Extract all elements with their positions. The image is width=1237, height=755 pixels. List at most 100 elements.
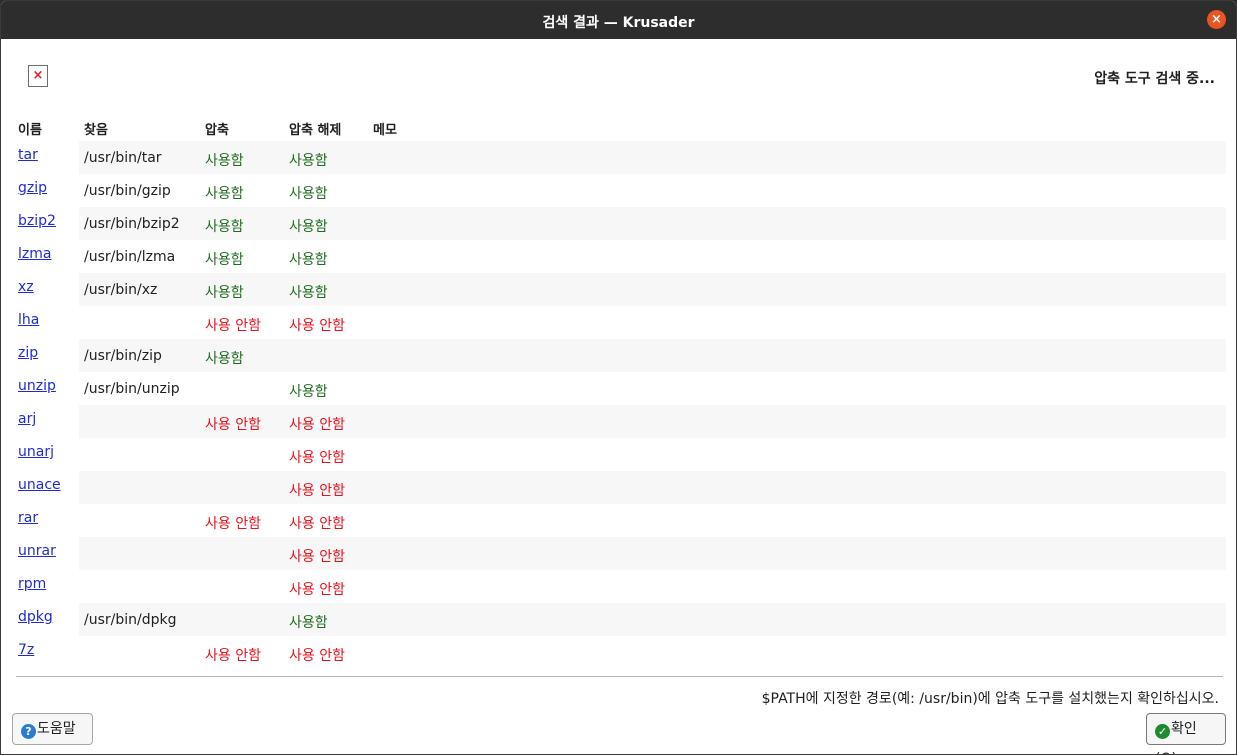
table-row: tar/usr/bin/tar 사용함 사용함 xyxy=(15,141,1226,174)
cell-unpack: 사용함 xyxy=(289,252,328,268)
table-row: bzip2/usr/bin/bzip2 사용함 사용함 xyxy=(15,207,1226,240)
cell-unpack: 사용 안함 xyxy=(289,582,345,598)
table-row: lha 사용 안함 사용 안함 xyxy=(15,306,1226,339)
cell-name: 7z xyxy=(15,636,79,669)
archiver-link-unzip[interactable]: unzip xyxy=(18,378,56,394)
divider xyxy=(16,676,1223,677)
cell-name: xz xyxy=(15,273,79,306)
cell-name: bzip2 xyxy=(15,207,79,240)
archiver-link-unace[interactable]: unace xyxy=(18,477,61,493)
broken-image-icon: × xyxy=(28,65,48,87)
cell-found: /usr/bin/dpkg xyxy=(84,612,177,628)
cell-name: unarj xyxy=(15,438,79,471)
cell-unpack: 사용 안함 xyxy=(289,450,345,466)
archiver-link-rpm[interactable]: rpm xyxy=(18,576,46,592)
column-header-unpack: 압축 해제 xyxy=(289,123,342,138)
cell-pack: 사용함 xyxy=(205,186,244,202)
archiver-table: 이름 찾음 압축 압축 해제 메모 tar/usr/bin/tar 사용함 사용함 g… xyxy=(15,115,1226,669)
cell-pack: 사용함 xyxy=(205,153,244,169)
column-header-found: 찾음 xyxy=(84,123,108,138)
cell-found: /usr/bin/zip xyxy=(84,348,162,364)
cell-unpack: 사용함 xyxy=(289,219,328,235)
table-row: unace 사용 안함 xyxy=(15,471,1226,504)
cell-name: arj xyxy=(15,405,79,438)
help-icon: ? xyxy=(21,724,36,739)
path-hint: $PATH에 지정한 경로(예: /usr/bin)에 압축 도구를 설치했는지… xyxy=(761,691,1219,707)
cell-pack: 사용 안함 xyxy=(205,648,261,664)
archiver-link-xz[interactable]: xz xyxy=(18,279,34,295)
cell-found: /usr/bin/bzip2 xyxy=(84,216,180,232)
cell-name: zip xyxy=(15,339,79,372)
cell-unpack: 사용함 xyxy=(289,153,328,169)
column-header-memo: 메모 xyxy=(373,123,397,138)
cell-unpack: 사용 안함 xyxy=(289,483,345,499)
table-row: gzip/usr/bin/gzip 사용함 사용함 xyxy=(15,174,1226,207)
archiver-link-zip[interactable]: zip xyxy=(18,345,38,361)
table-row: zip/usr/bin/zip 사용함 xyxy=(15,339,1226,372)
results-dialog: 검색 결과 — Krusader × × 압축 도구 검색 중... 이름 찾음… xyxy=(0,0,1237,755)
cell-found: /usr/bin/tar xyxy=(84,150,162,166)
cell-unpack: 사용함 xyxy=(289,186,328,202)
archiver-link-dpkg[interactable]: dpkg xyxy=(18,609,53,625)
table-row: 7z 사용 안함 사용 안함 xyxy=(15,636,1226,669)
table-row: rpm 사용 안함 xyxy=(15,570,1226,603)
archiver-link-rar[interactable]: rar xyxy=(18,510,38,526)
archiver-link-arj[interactable]: arj xyxy=(18,411,36,427)
cell-pack: 사용함 xyxy=(205,252,244,268)
table-row: unrar 사용 안함 xyxy=(15,537,1226,570)
archiver-link-unrar[interactable]: unrar xyxy=(18,543,56,559)
table-body: tar/usr/bin/tar 사용함 사용함 gzip/usr/bin/gzip 사용… xyxy=(15,141,1226,669)
check-icon: ✓ xyxy=(1155,724,1170,739)
cell-pack: 사용함 xyxy=(205,219,244,235)
cell-name: unrar xyxy=(15,537,79,570)
cell-unpack: 사용 안함 xyxy=(289,516,345,532)
window-title: 검색 결과 — Krusader xyxy=(542,15,695,31)
table-row: unarj 사용 안함 xyxy=(15,438,1226,471)
table-row: arj 사용 안함 사용 안함 xyxy=(15,405,1226,438)
archiver-link-lha[interactable]: lha xyxy=(18,312,39,328)
close-icon[interactable]: × xyxy=(1207,10,1226,29)
cell-found: /usr/bin/gzip xyxy=(84,183,171,199)
archiver-link-gzip[interactable]: gzip xyxy=(18,180,47,196)
column-header-name: 이름 xyxy=(18,123,42,138)
column-header-pack: 압축 xyxy=(205,123,229,138)
archiver-link-unarj[interactable]: unarj xyxy=(18,444,54,460)
table-row: xz/usr/bin/xz 사용함 사용함 xyxy=(15,273,1226,306)
dialog-content: × 압축 도구 검색 중... 이름 찾음 압축 압축 해제 메모 tar/us… xyxy=(1,39,1236,754)
table-header: 이름 찾음 압축 압축 해제 메모 xyxy=(15,115,1226,141)
cell-name: unzip xyxy=(15,372,79,405)
cell-name: gzip xyxy=(15,174,79,207)
cell-pack: 사용 안함 xyxy=(205,318,261,334)
cell-name: rar xyxy=(15,504,79,537)
table-row: unzip/usr/bin/unzip 사용함 xyxy=(15,372,1226,405)
title-bar: 검색 결과 — Krusader × xyxy=(1,1,1236,39)
cell-found: /usr/bin/lzma xyxy=(84,249,176,265)
search-status: 압축 도구 검색 중... xyxy=(1094,71,1215,87)
cell-name: rpm xyxy=(15,570,79,603)
table-row: rar 사용 안함 사용 안함 xyxy=(15,504,1226,537)
table-row: lzma/usr/bin/lzma 사용함 사용함 xyxy=(15,240,1226,273)
cell-unpack: 사용 안함 xyxy=(289,549,345,565)
archiver-link-lzma[interactable]: lzma xyxy=(18,246,51,262)
cell-unpack: 사용함 xyxy=(289,384,328,400)
cell-pack: 사용 안함 xyxy=(205,516,261,532)
cell-found: /usr/bin/xz xyxy=(84,282,158,298)
cell-pack: 사용함 xyxy=(205,285,244,301)
cell-unpack: 사용 안함 xyxy=(289,318,345,334)
archiver-link-tar[interactable]: tar xyxy=(18,147,38,163)
cell-name: lha xyxy=(15,306,79,339)
cell-pack: 사용함 xyxy=(205,351,244,367)
cell-name: tar xyxy=(15,141,79,174)
archiver-link-7z[interactable]: 7z xyxy=(18,642,34,658)
cell-unpack: 사용함 xyxy=(289,285,328,301)
cell-unpack: 사용함 xyxy=(289,615,328,631)
cell-found: /usr/bin/unzip xyxy=(84,381,180,397)
help-button[interactable]: ? 도움말 xyxy=(12,713,93,745)
ok-button[interactable]: ✓확인(O) xyxy=(1146,713,1226,754)
help-button-label: 도움말 xyxy=(37,721,76,737)
cell-unpack: 사용 안함 xyxy=(289,417,345,433)
archiver-link-bzip2[interactable]: bzip2 xyxy=(18,213,56,229)
cell-unpack: 사용 안함 xyxy=(289,648,345,664)
cell-name: dpkg xyxy=(15,603,79,636)
cell-pack: 사용 안함 xyxy=(205,417,261,433)
